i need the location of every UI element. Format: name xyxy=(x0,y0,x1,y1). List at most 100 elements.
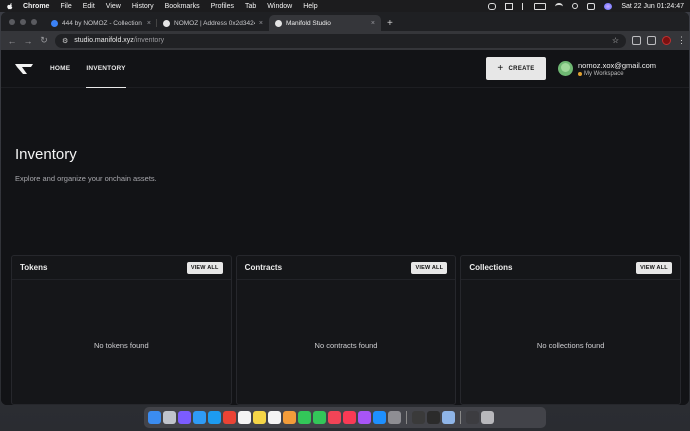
workspace-dot-icon xyxy=(578,71,582,76)
downloads-icon[interactable] xyxy=(466,411,479,424)
calendar-icon[interactable] xyxy=(238,411,251,424)
manifold-logo-icon[interactable] xyxy=(14,63,34,75)
tab-manifold-studio[interactable]: Manifold Studio × xyxy=(269,15,381,31)
tab-title: 444 by NOMOZ - Collection | xyxy=(62,19,143,27)
plus-icon: + xyxy=(497,62,504,74)
macos-dock xyxy=(144,407,546,428)
close-tab-icon[interactable]: × xyxy=(371,20,375,27)
profile-icon[interactable] xyxy=(662,36,671,45)
collections-card: Collections VIEW ALL No collections foun… xyxy=(460,255,682,405)
podcasts-icon[interactable] xyxy=(358,411,371,424)
facetime-icon[interactable] xyxy=(298,411,311,424)
notes-icon[interactable] xyxy=(253,411,266,424)
address-bar[interactable]: ⚙ studio.manifold.xyz/inventory ☆ xyxy=(55,33,626,48)
workspace-row: My Workspace xyxy=(578,71,656,77)
chrome-menu-icon[interactable]: ⋮ xyxy=(677,35,686,46)
card-header: Tokens VIEW ALL xyxy=(12,256,231,280)
menubar-clock[interactable]: Sat 22 Jun 01:24:47 xyxy=(621,3,684,10)
window-controls xyxy=(1,12,45,31)
tab-collection[interactable]: 444 by NOMOZ - Collection | × xyxy=(45,15,157,31)
settings-icon[interactable] xyxy=(388,411,401,424)
minimize-window-button[interactable] xyxy=(20,18,26,25)
view-all-contracts-button[interactable]: VIEW ALL xyxy=(411,261,448,274)
control-center-icon[interactable] xyxy=(587,2,596,10)
back-arrow-icon[interactable]: ← xyxy=(7,36,17,46)
site-info-icon[interactable]: ⚙ xyxy=(62,37,68,45)
siri-icon[interactable] xyxy=(178,411,191,424)
terminal-icon[interactable] xyxy=(427,411,440,424)
twitter-icon[interactable] xyxy=(208,411,221,424)
nav-inventory[interactable]: INVENTORY xyxy=(86,50,127,88)
view-all-collections-button[interactable]: VIEW ALL xyxy=(636,261,673,274)
card-header: Contracts VIEW ALL xyxy=(236,256,456,280)
zoom-window-button[interactable] xyxy=(31,18,37,25)
menu-tab[interactable]: Tab xyxy=(245,3,256,10)
battery-icon[interactable] xyxy=(534,2,547,10)
display-icon[interactable] xyxy=(505,2,514,10)
menu-window[interactable]: Window xyxy=(267,3,292,10)
view-all-tokens-button[interactable]: VIEW ALL xyxy=(186,261,223,274)
browser-window: 444 by NOMOZ - Collection | × NOMOZ | Ad… xyxy=(1,12,689,405)
menu-bookmarks[interactable]: Bookmarks xyxy=(165,3,200,10)
url-host: studio.manifold.xyz xyxy=(74,37,134,44)
appstore-icon[interactable] xyxy=(373,411,386,424)
siri-menubar-icon[interactable] xyxy=(604,2,613,10)
menu-file[interactable]: File xyxy=(60,3,71,10)
close-tab-icon[interactable]: × xyxy=(147,20,151,27)
dock-separator xyxy=(460,411,461,424)
music-icon[interactable] xyxy=(343,411,356,424)
preview-icon[interactable] xyxy=(442,411,455,424)
contracts-card: Contracts VIEW ALL No contracts found xyxy=(235,255,457,405)
messages-icon[interactable] xyxy=(313,411,326,424)
extensions-icon[interactable] xyxy=(632,36,641,45)
menu-edit[interactable]: Edit xyxy=(83,3,95,10)
reminders-icon[interactable] xyxy=(268,411,281,424)
site-header: HOME INVENTORY + CREATE nomoz.xox@gmail.… xyxy=(1,50,689,88)
tab-address[interactable]: NOMOZ | Address 0x2d3424 × xyxy=(157,15,269,31)
create-button[interactable]: + CREATE xyxy=(486,57,546,80)
empty-state: No contracts found xyxy=(314,341,378,350)
launchpad-icon[interactable] xyxy=(163,411,176,424)
dock-separator xyxy=(406,411,407,424)
tab-title: NOMOZ | Address 0x2d3424 xyxy=(174,19,255,27)
bookmark-star-icon[interactable]: ☆ xyxy=(612,36,619,45)
account-text: nomoz.xox@gmail.com My Workspace xyxy=(578,61,656,77)
macos-menu-bar: Chrome File Edit View History Bookmarks … xyxy=(0,0,690,12)
tab-title: Manifold Studio xyxy=(286,19,331,27)
close-tab-icon[interactable]: × xyxy=(259,20,263,27)
new-tab-button[interactable]: + xyxy=(381,15,399,31)
tokens-card: Tokens VIEW ALL No tokens found xyxy=(11,255,232,405)
forward-arrow-icon[interactable]: → xyxy=(23,36,33,46)
finder-icon[interactable] xyxy=(148,411,161,424)
card-title: Tokens xyxy=(20,263,48,272)
photos-icon[interactable] xyxy=(283,411,296,424)
bluetooth-icon[interactable] xyxy=(522,2,525,10)
activity-monitor-icon[interactable] xyxy=(412,411,425,424)
empty-state: No collections found xyxy=(536,341,605,350)
reload-icon[interactable]: ↻ xyxy=(39,35,49,46)
menu-app-name[interactable]: Chrome xyxy=(23,3,49,10)
workspace-name: My Workspace xyxy=(584,70,624,77)
screen-record-icon[interactable] xyxy=(488,2,497,10)
trash-icon[interactable] xyxy=(481,411,494,424)
chrome-icon[interactable] xyxy=(223,411,236,424)
opensea-favicon-icon xyxy=(51,19,58,27)
menu-profiles[interactable]: Profiles xyxy=(211,3,234,10)
sidepanel-icon[interactable] xyxy=(647,36,656,45)
menu-help[interactable]: Help xyxy=(303,3,317,10)
page-subtitle: Explore and organize your onchain assets… xyxy=(15,174,157,183)
nav-home[interactable]: HOME xyxy=(50,50,70,88)
menu-history[interactable]: History xyxy=(132,3,154,10)
account-email: nomoz.xox@gmail.com xyxy=(578,60,657,70)
search-icon[interactable] xyxy=(572,3,579,9)
etherscan-favicon-icon xyxy=(163,19,170,27)
wifi-icon[interactable] xyxy=(555,2,564,10)
close-window-button[interactable] xyxy=(9,18,15,25)
news-icon[interactable] xyxy=(328,411,341,424)
safari-icon[interactable] xyxy=(193,411,206,424)
account-menu[interactable]: nomoz.xox@gmail.com My Workspace xyxy=(558,61,676,77)
tab-strip: 444 by NOMOZ - Collection | × NOMOZ | Ad… xyxy=(1,12,689,31)
page-content: HOME INVENTORY + CREATE nomoz.xox@gmail.… xyxy=(1,50,689,405)
apple-menu-icon[interactable] xyxy=(6,2,14,10)
menu-view[interactable]: View xyxy=(106,3,121,10)
